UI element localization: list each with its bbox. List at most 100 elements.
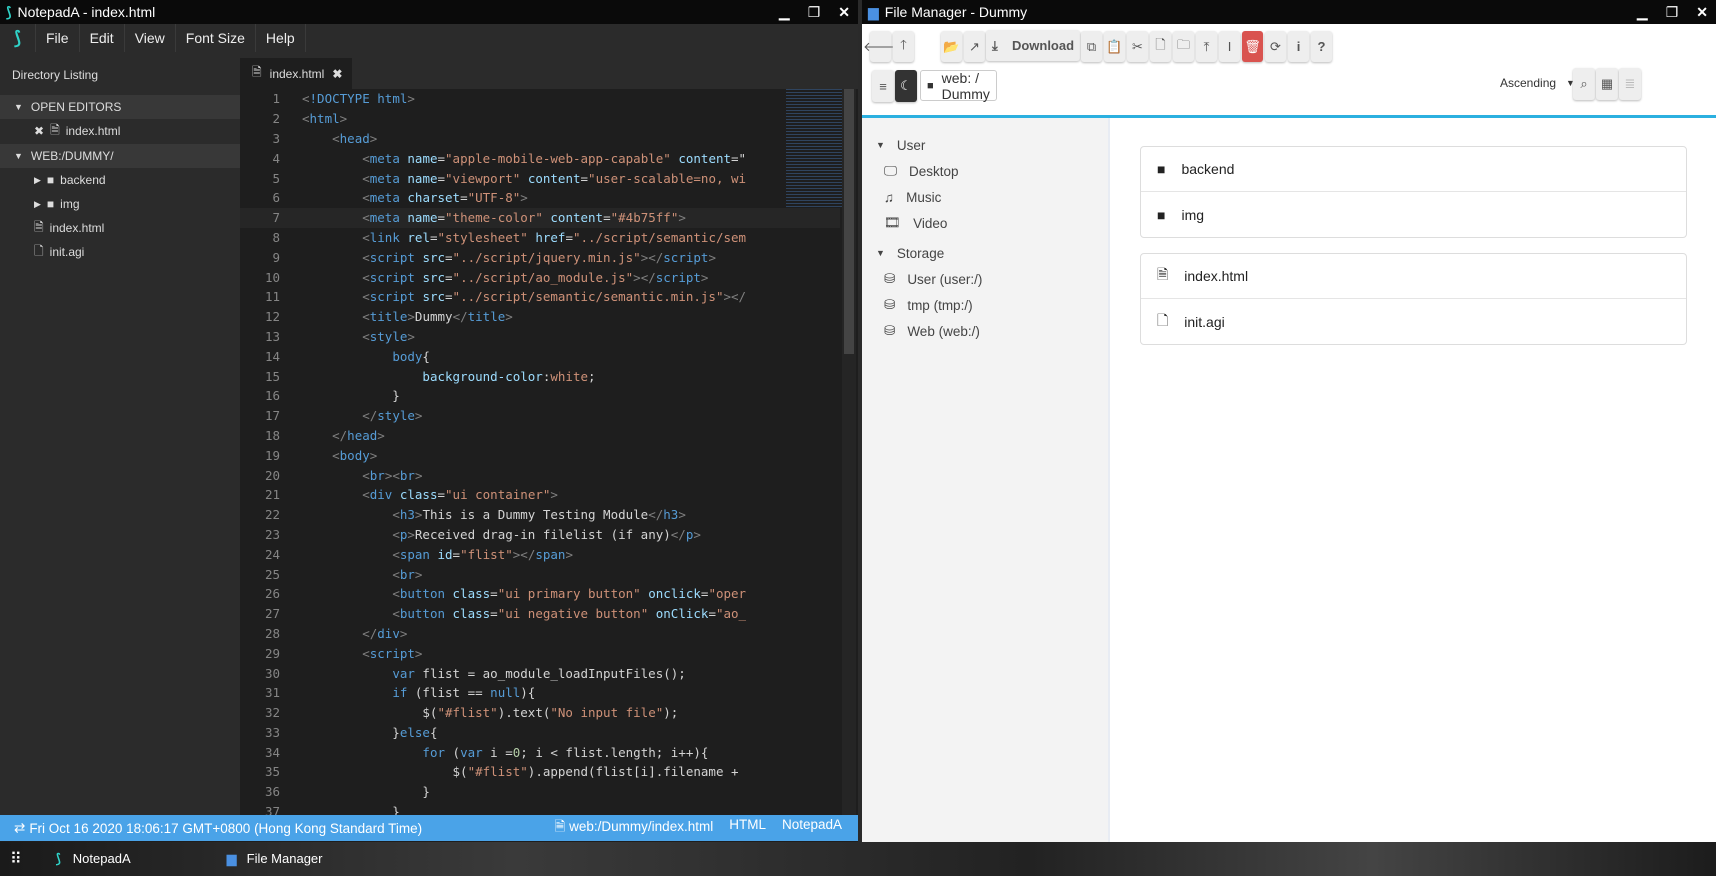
code-line[interactable]: 8 < link rel = "stylesheet" href = "../script… [240,228,840,248]
up-button[interactable]: 🡑 [893,31,914,62]
code-line[interactable]: 15 background-color: white; [240,366,840,386]
file-row[interactable]: 🗎 index.html [1141,254,1686,299]
editor-scrollbar[interactable] [842,89,856,815]
grid-view-button[interactable]: ▦ [1596,68,1618,100]
new-folder-button[interactable]: 🗀 [1173,31,1194,62]
code-line[interactable]: 12 < title > Dummy </title > [240,307,840,327]
code-line[interactable]: 7 < meta name = "theme-color" content = "#4b7… [240,207,840,228]
dark-mode-button[interactable]: ☾ [895,70,917,102]
code-line[interactable]: 24 < span id = "flist" ></span > [240,544,840,564]
sidebar-item-music[interactable]: ♫ Music [862,184,1108,210]
info-button[interactable]: i [1288,31,1309,62]
code-line[interactable]: 6 < meta charset = "UTF-8" > [240,188,840,208]
sidebar-item-desktop[interactable]: 🖵 Desktop [862,158,1108,184]
code-line[interactable]: 19 < body > [240,445,840,465]
code-line[interactable]: 9 < script src = "../script/jquery.min.js" >… [240,247,840,267]
code-line[interactable]: 25 < br > [240,564,840,584]
cut-button[interactable]: ✂ [1127,31,1148,62]
close-icon[interactable]: ✕ [838,4,850,21]
group-storage[interactable]: ▼ Storage [862,240,1108,266]
menu-toggle-button[interactable]: ≡ [872,70,894,102]
tree-item-backend[interactable]: ▶ ■ backend [0,168,240,192]
code-line[interactable]: 30 var flist = ao_module_loadInputFiles(… [240,663,840,683]
close-icon[interactable]: ✕ [1696,4,1708,21]
file-row[interactable]: 🗋 init.agi [1141,299,1686,344]
taskbar-file-manager[interactable]: ▆ File Manager [227,851,323,867]
code-line[interactable]: 17 </style > [240,406,840,426]
copy-button[interactable]: ⧉ [1081,31,1102,62]
code-line[interactable]: 36 } [240,782,840,802]
code-line[interactable]: 32 $("#flist").text("No input file"); [240,703,840,723]
list-view-button[interactable]: ≣ [1619,68,1641,100]
help-button[interactable]: ? [1311,31,1332,62]
download-button[interactable]: ⤓ Download [986,30,1080,61]
code-line[interactable]: 20 < br >< br > [240,465,840,485]
menu-view[interactable]: View [125,24,176,52]
code-line[interactable]: 5 < meta name = "viewport" content = "user-sc… [240,168,840,188]
open-editor-item[interactable]: ✖ 🗎 index.html [0,119,240,143]
code-line[interactable]: 37 } [240,802,840,815]
menu-help[interactable]: Help [256,24,306,52]
menu-edit[interactable]: Edit [80,24,125,52]
close-icon[interactable]: ✖ [34,124,44,138]
folder-row[interactable]: ■ img [1141,192,1686,237]
sort-dropdown[interactable]: Ascending ▼ [1500,67,1575,99]
open-button[interactable]: 📂 [941,31,962,62]
minimap[interactable] [786,89,842,209]
tab-index-html[interactable]: 🗎 index.html ✖ [240,58,352,89]
code-line[interactable]: 2 < html > [240,109,840,129]
sidebar-item-video[interactable]: 🎞 Video [862,210,1108,236]
code-line[interactable]: 21 < div class = "ui container" > [240,485,840,505]
tree-item-init[interactable]: 🗋 init.agi [0,240,240,264]
sidebar-item-tmp-storage[interactable]: ⛁ tmp (tmp:/) [862,292,1108,318]
code-line[interactable]: 18 </head > [240,426,840,446]
minimize-icon[interactable]: ▁ [1637,4,1648,21]
paste-button[interactable]: 📋 [1104,31,1125,62]
tree-item-img[interactable]: ▶ ■ img [0,192,240,216]
code-line[interactable]: 1 < !DOCTYPE html > [240,89,840,109]
sidebar-item-user-storage[interactable]: ⛁ User (user:/) [862,266,1108,292]
maximize-icon[interactable]: ❐ [1666,4,1679,21]
code-line[interactable]: 33 } else{ [240,723,840,743]
tree-item-index[interactable]: 🗎 index.html [0,216,240,240]
code-line[interactable]: 34 for (var i = 0; i < flist.length; i++)… [240,742,840,762]
open-editors-section[interactable]: ▼ OPEN EDITORS [0,95,240,119]
code-line[interactable]: 23 < p > Received drag-in filelist (if any)… [240,525,840,545]
rename-button[interactable]: I [1219,31,1240,62]
code-line[interactable]: 16 } [240,386,840,406]
upload-button[interactable]: ⤒ [1196,31,1217,62]
code-line[interactable]: 11 < script src = "../script/semantic/seman… [240,287,840,307]
code-line[interactable]: 22 < h3 > This is a Dummy Testing Module </h… [240,505,840,525]
code-line[interactable]: 27 < button class = "ui negative button" on… [240,604,840,624]
back-button[interactable]: 🡐 [863,31,898,62]
code-line[interactable]: 14 body{ [240,346,840,366]
code-line[interactable]: 26 < button class = "ui primary button" onc… [240,584,840,604]
notepad-titlebar[interactable]: ⟆ NotepadA - index.html ▁ ❐ ✕ [0,0,858,24]
taskbar-notepad[interactable]: ⟆ NotepadA [56,851,131,867]
code-line[interactable]: 3 < head > [240,129,840,149]
folder-section[interactable]: ▼ WEB:/DUMMY/ [0,144,240,168]
new-file-button[interactable]: 🗋 [1150,31,1171,62]
scrollbar-thumb[interactable] [844,89,854,354]
open-new-window-button[interactable]: ↗ [964,31,985,62]
menu-font-size[interactable]: Font Size [176,24,256,52]
code-line[interactable]: 13 < style > [240,327,840,347]
code-line[interactable]: 28 </div > [240,624,840,644]
group-user[interactable]: ▼ User [862,132,1108,158]
maximize-icon[interactable]: ❐ [808,4,821,21]
path-input[interactable]: ■ web: / Dummy [920,70,997,102]
sidebar-item-web-storage[interactable]: ⛁ Web (web:/) [862,318,1108,344]
menu-file[interactable]: File [36,24,80,52]
refresh-button[interactable]: ⟳ [1265,31,1286,62]
code-line[interactable]: 4 < meta name = "apple-mobile-web-app-capab… [240,148,840,168]
code-line[interactable]: 35 $("#flist").append(flist[i].filename … [240,762,840,782]
minimize-icon[interactable]: ▁ [779,4,790,21]
code-line[interactable]: 31 if (flist == null){ [240,683,840,703]
file-manager-titlebar[interactable]: ▆ File Manager - Dummy ▁ ❐ ✕ [862,0,1716,24]
folder-row[interactable]: ■ backend [1141,147,1686,192]
app-launcher-icon[interactable]: ⠿ [10,849,22,869]
code-editor[interactable]: 1 < !DOCTYPE html >2 < html >3 < head >4 < meta n… [240,89,840,815]
search-button[interactable]: ⌕ [1573,68,1595,100]
delete-button[interactable]: 🗑 [1242,31,1263,62]
code-line[interactable]: 29 < script > [240,643,840,663]
